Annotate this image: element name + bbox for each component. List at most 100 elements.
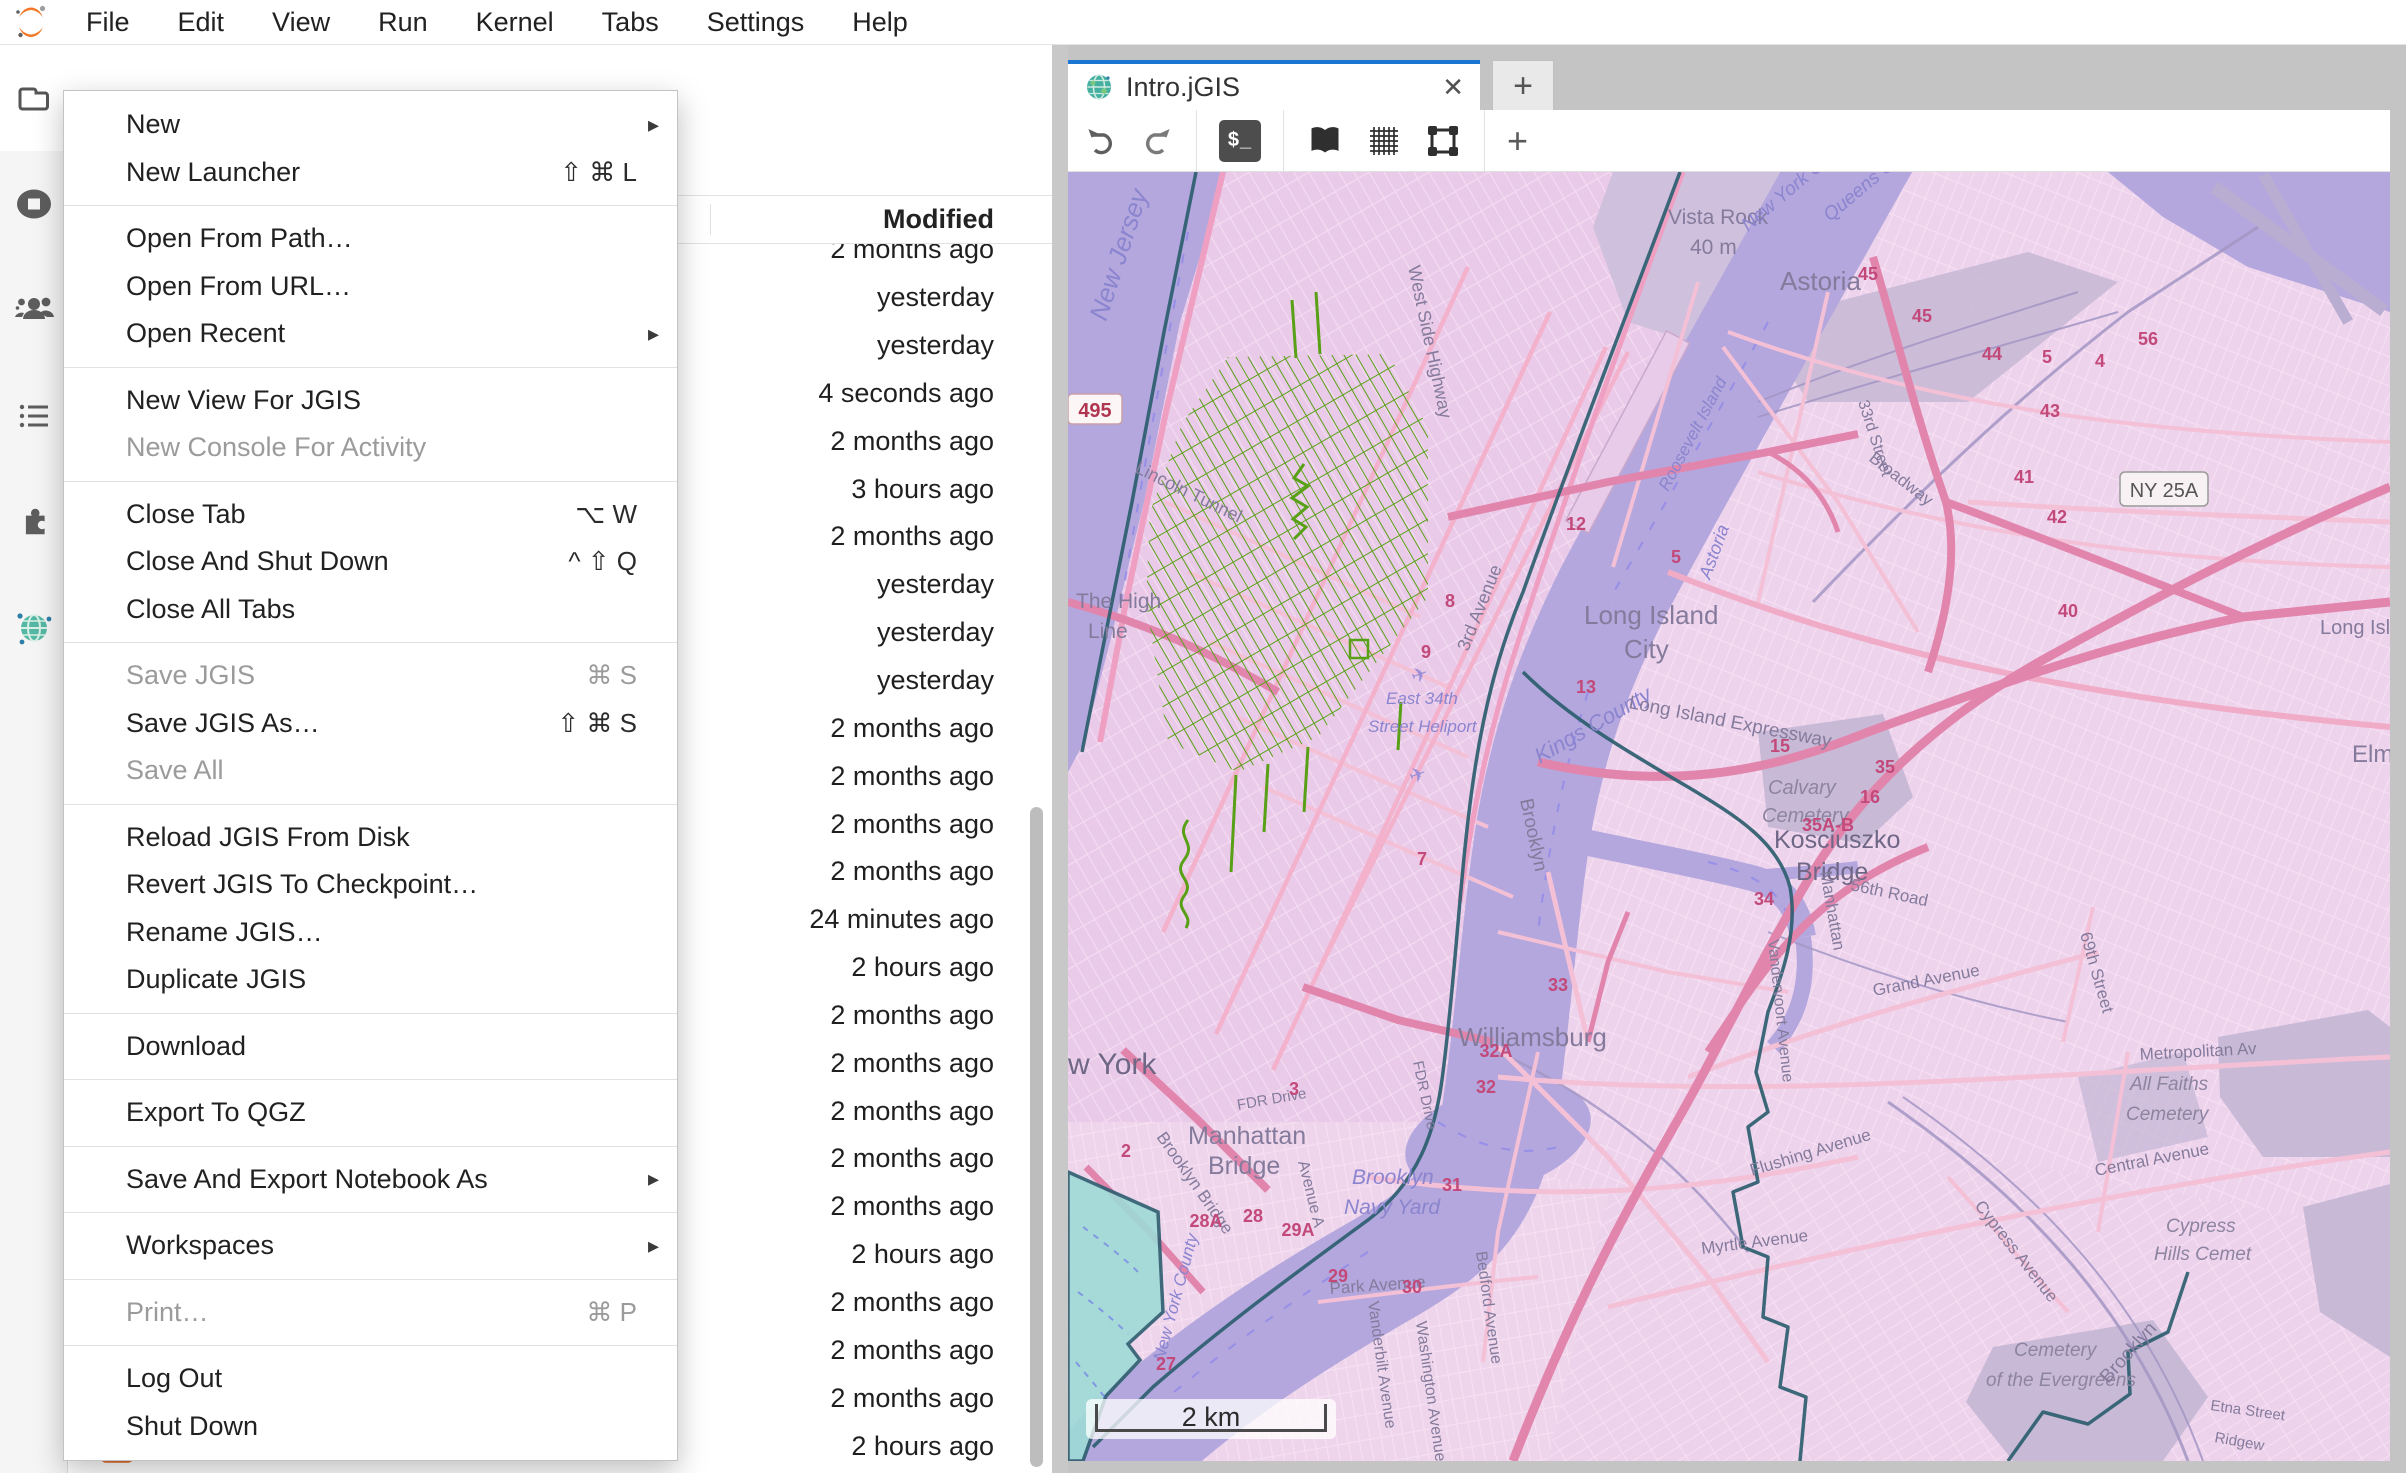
submenu-arrow-icon: ▸ xyxy=(648,1233,659,1259)
menu-item-open-from-url[interactable]: Open From URL… xyxy=(64,263,677,311)
menu-item-workspaces[interactable]: Workspaces▸ xyxy=(64,1222,677,1270)
modified-time: 2 months ago xyxy=(830,1143,994,1174)
toolbar-separator xyxy=(1484,110,1485,172)
menu-item-new[interactable]: New▸ xyxy=(64,101,677,149)
menu-separator xyxy=(64,205,677,206)
menu-item-reload-jgis[interactable]: Reload JGIS From Disk xyxy=(64,814,677,862)
svg-text:30: 30 xyxy=(1402,1277,1422,1297)
svg-text:9: 9 xyxy=(1421,642,1431,662)
polygon-select-icon xyxy=(1424,122,1462,160)
sidebar-tab-jgis[interactable] xyxy=(0,575,68,681)
menu-file[interactable]: File xyxy=(62,0,154,44)
menu-separator xyxy=(64,1345,677,1346)
tab-bar: Intro.jGIS ✕ + xyxy=(1068,45,2406,110)
new-tab-button[interactable]: + xyxy=(1492,60,1554,112)
svg-text:Brooklyn: Brooklyn xyxy=(1352,1166,1434,1189)
menu-separator xyxy=(64,481,677,482)
modified-time: 2 months ago xyxy=(830,1335,994,1366)
modified-time: 2 months ago xyxy=(830,1287,994,1318)
menu-items: File Edit View Run Kernel Tabs Settings … xyxy=(62,0,932,44)
menu-kernel[interactable]: Kernel xyxy=(452,0,578,44)
menu-item-new-view[interactable]: New View For JGIS xyxy=(64,377,677,425)
jupyter-logo-icon xyxy=(13,4,49,40)
modified-column-header[interactable]: Modified xyxy=(883,204,994,235)
map-dock-panel: Intro.jGIS ✕ + xyxy=(1068,45,2406,1473)
users-icon xyxy=(13,289,55,331)
svg-text:45: 45 xyxy=(1912,306,1932,326)
sidebar-tab-collaboration[interactable] xyxy=(0,257,68,363)
svg-text:29: 29 xyxy=(1328,1266,1348,1286)
sidebar-tab-file-browser[interactable] xyxy=(0,45,68,151)
svg-text:Street Heliport: Street Heliport xyxy=(1368,717,1478,736)
folder-icon xyxy=(15,79,53,117)
modified-time: yesterday xyxy=(877,617,994,648)
puzzle-icon xyxy=(14,502,54,542)
modified-time: yesterday xyxy=(877,569,994,600)
add-layer-button[interactable]: + xyxy=(1507,120,1528,162)
sidebar-tab-extensions[interactable] xyxy=(0,469,68,575)
menu-item-save-export-notebook[interactable]: Save And Export Notebook As▸ xyxy=(64,1156,677,1204)
menu-item-log-out[interactable]: Log Out xyxy=(64,1355,677,1403)
left-sidebar xyxy=(0,45,68,1473)
map-viewport[interactable]: 495 NY 25A New Jersey Vista Rock 40 m We… xyxy=(1068,172,2390,1461)
svg-text:29A: 29A xyxy=(1281,1220,1314,1240)
menu-item-close-tab[interactable]: Close Tab⌥ W xyxy=(64,491,677,539)
svg-text:32A: 32A xyxy=(1479,1041,1512,1061)
svg-text:Hills Cemet: Hills Cemet xyxy=(2154,1244,2252,1265)
menu-separator xyxy=(64,1212,677,1213)
list-icon xyxy=(15,397,53,435)
svg-text:495: 495 xyxy=(1078,400,1111,422)
jgis-globe-icon xyxy=(1084,72,1114,102)
shortcut: ⌘ P xyxy=(586,1297,657,1328)
sidebar-tab-running[interactable] xyxy=(0,151,68,257)
svg-text:Bridge: Bridge xyxy=(1208,1152,1280,1180)
menu-bar: File Edit View Run Kernel Tabs Settings … xyxy=(0,0,2406,45)
tab-intro-jgis[interactable]: Intro.jGIS ✕ xyxy=(1068,60,1480,110)
undo-button[interactable] xyxy=(1084,124,1118,158)
select-extent-button[interactable] xyxy=(1424,122,1462,160)
menu-edit[interactable]: Edit xyxy=(154,0,249,44)
menu-run[interactable]: Run xyxy=(354,0,452,44)
toolbar-separator xyxy=(1283,110,1284,172)
terminal-icon: $_ xyxy=(1228,129,1252,152)
menu-item-new-console: New Console For Activity xyxy=(64,424,677,472)
svg-text:Calvary: Calvary xyxy=(1768,777,1837,799)
menu-item-export-to-qgz[interactable]: Export To QGZ xyxy=(64,1089,677,1137)
svg-text:28A: 28A xyxy=(1189,1211,1222,1231)
map-canvas[interactable]: 495 NY 25A New Jersey Vista Rock 40 m We… xyxy=(1068,172,2390,1461)
menu-separator xyxy=(64,1013,677,1014)
menu-tabs[interactable]: Tabs xyxy=(578,0,683,44)
menu-item-open-recent[interactable]: Open Recent▸ xyxy=(64,310,677,358)
menu-separator xyxy=(64,1146,677,1147)
grid-icon xyxy=(1366,123,1402,159)
toolbar-separator xyxy=(1196,110,1197,172)
shortcut: ^ ⇧ Q xyxy=(568,546,657,577)
menu-settings[interactable]: Settings xyxy=(683,0,829,44)
tab-close-icon[interactable]: ✕ xyxy=(1442,72,1464,103)
scrollbar-thumb[interactable] xyxy=(1030,807,1043,1467)
menu-help[interactable]: Help xyxy=(828,0,932,44)
grid-button[interactable] xyxy=(1366,123,1402,159)
identify-button[interactable] xyxy=(1306,122,1344,160)
sidebar-tab-toc[interactable] xyxy=(0,363,68,469)
menu-item-download[interactable]: Download xyxy=(64,1023,677,1071)
menu-item-new-launcher[interactable]: New Launcher⇧ ⌘ L xyxy=(64,149,677,197)
modified-time: 3 hours ago xyxy=(851,474,994,505)
svg-text:Navy Yard: Navy Yard xyxy=(1344,1196,1441,1219)
svg-text:56: 56 xyxy=(2138,329,2158,349)
menu-item-duplicate-jgis[interactable]: Duplicate JGIS xyxy=(64,956,677,1004)
menu-item-save-jgis-as[interactable]: Save JGIS As…⇧ ⌘ S xyxy=(64,700,677,748)
svg-text:Long Isl: Long Isl xyxy=(2320,617,2390,639)
menu-item-rename-jgis[interactable]: Rename JGIS… xyxy=(64,909,677,957)
redo-button[interactable] xyxy=(1140,124,1174,158)
menu-item-revert-jgis[interactable]: Revert JGIS To Checkpoint… xyxy=(64,861,677,909)
menu-item-shut-down[interactable]: Shut Down xyxy=(64,1403,677,1451)
menu-item-close-all-tabs[interactable]: Close All Tabs xyxy=(64,586,677,634)
stop-circle-icon xyxy=(14,184,54,224)
menu-view[interactable]: View xyxy=(248,0,354,44)
menu-item-open-from-path[interactable]: Open From Path… xyxy=(64,215,677,263)
console-button[interactable]: $_ xyxy=(1219,120,1261,162)
shortcut: ⇧ ⌘ L xyxy=(560,157,657,188)
menu-item-close-and-shutdown[interactable]: Close And Shut Down^ ⇧ Q xyxy=(64,538,677,586)
shortcut: ⌥ W xyxy=(575,499,657,530)
